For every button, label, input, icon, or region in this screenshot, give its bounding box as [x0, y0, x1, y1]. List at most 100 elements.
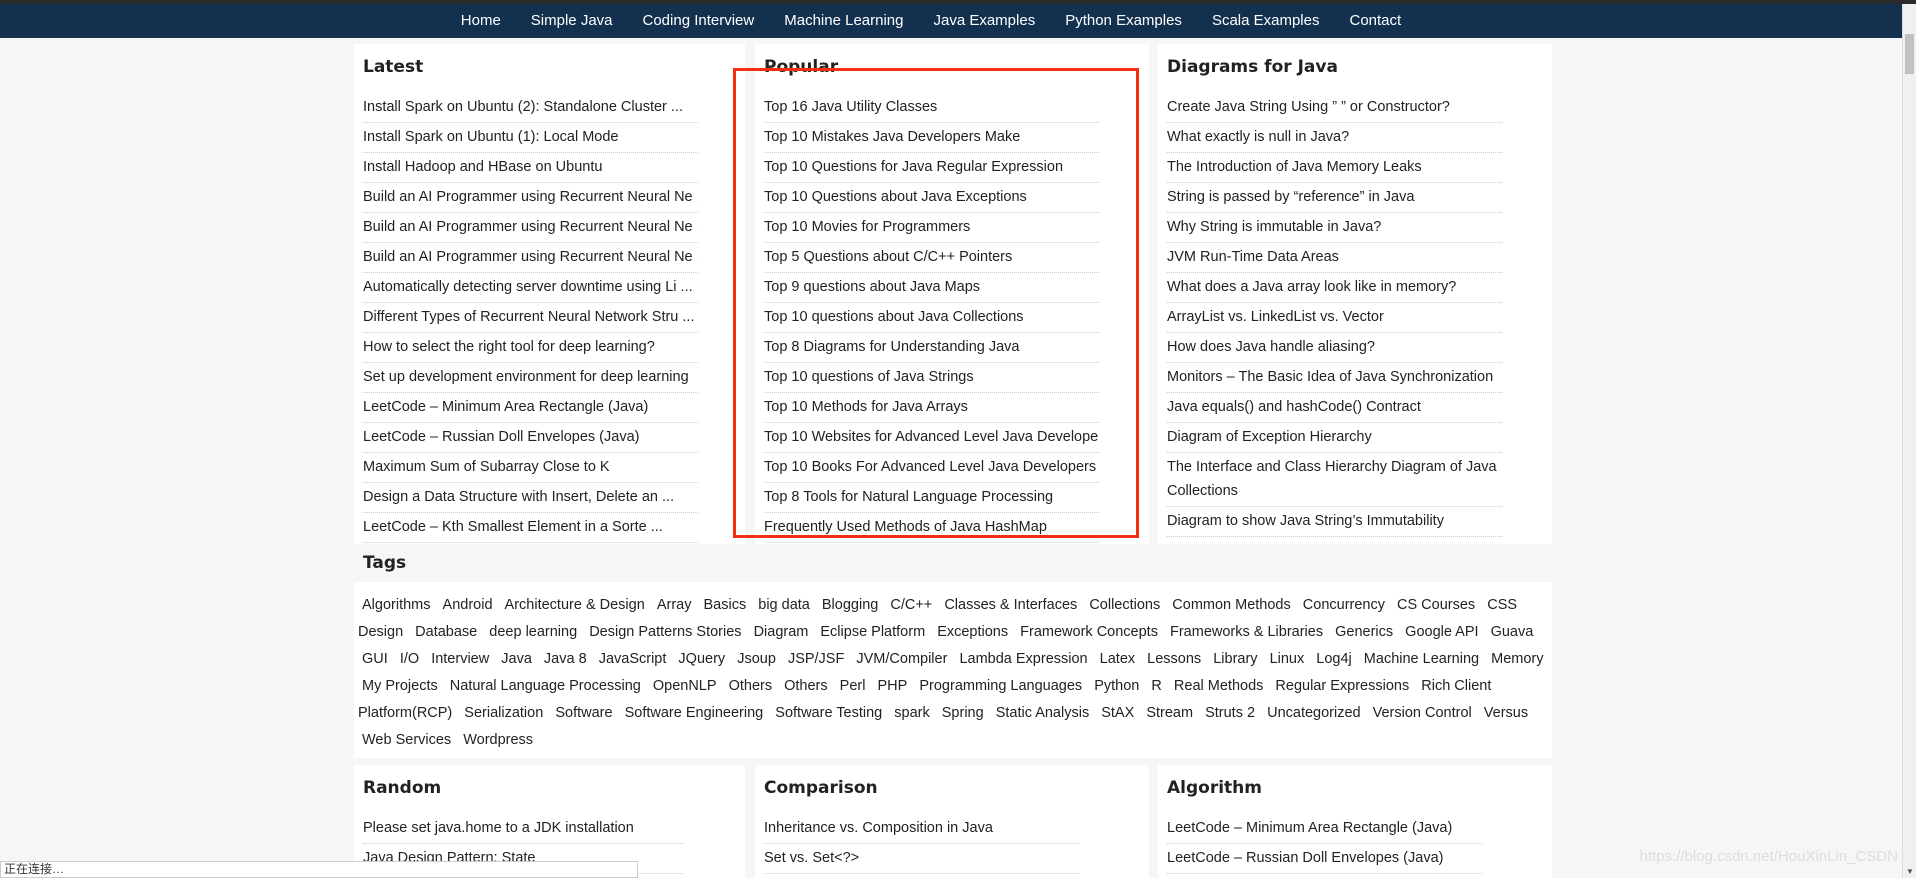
tag-link[interactable]: Guava [1491, 624, 1534, 640]
tag-link[interactable]: Versus [1484, 705, 1528, 721]
diagrams-list-item[interactable]: Java equals() and hashCode() Contract [1167, 393, 1502, 423]
nav-link[interactable]: Coding Interview [628, 4, 770, 38]
tag-link[interactable]: Concurrency [1303, 597, 1385, 613]
tag-link[interactable]: spark [894, 705, 929, 721]
latest-list-item[interactable]: Install Spark on Ubuntu (1): Local Mode [363, 123, 698, 153]
tag-link[interactable]: Static Analysis [996, 705, 1090, 721]
latest-list-item[interactable]: Build an AI Programmer using Recurrent N… [363, 183, 698, 213]
tag-link[interactable]: JSP/JSF [788, 651, 844, 667]
tag-link[interactable]: Others [729, 678, 773, 694]
diagrams-list-item[interactable]: What does a Java array look like in memo… [1167, 273, 1502, 303]
latest-list-item[interactable]: Install Hadoop and HBase on Ubuntu [363, 153, 698, 183]
comparison-list-item[interactable]: Inheritance vs. Composition in Java [764, 814, 1079, 844]
tag-link[interactable]: Collections [1089, 597, 1160, 613]
tag-link[interactable]: Stream [1146, 705, 1193, 721]
latest-list-item[interactable]: Design a Data Structure with Insert, Del… [363, 483, 698, 513]
random-list-item[interactable]: Please set java.home to a JDK installati… [363, 814, 683, 844]
tag-link[interactable]: Lessons [1147, 651, 1201, 667]
latest-list-item[interactable]: Maximum Sum of Subarray Close to K [363, 453, 698, 483]
tag-link[interactable]: Serialization [464, 705, 543, 721]
tag-link[interactable]: Android [443, 597, 493, 613]
tag-link[interactable]: Software [555, 705, 612, 721]
diagrams-list-item[interactable]: Diagram to show Java String’s Immutabili… [1167, 507, 1502, 537]
tag-link[interactable]: R [1151, 678, 1161, 694]
latest-list-item[interactable]: LeetCode – Russian Doll Envelopes (Java) [363, 423, 698, 453]
diagrams-list-item[interactable]: How does Java handle aliasing? [1167, 333, 1502, 363]
tag-link[interactable]: GUI [362, 651, 388, 667]
diagrams-list-item[interactable]: Diagram of Exception Hierarchy [1167, 423, 1502, 453]
latest-list-item[interactable]: How to select the right tool for deep le… [363, 333, 698, 363]
nav-link[interactable]: Machine Learning [769, 4, 918, 38]
diagrams-list-item[interactable]: Why String is immutable in Java? [1167, 213, 1502, 243]
scrollbar-thumb[interactable] [1905, 34, 1914, 74]
popular-list-item[interactable]: Top 10 Websites for Advanced Level Java … [764, 423, 1099, 453]
tag-link[interactable]: PHP [878, 678, 908, 694]
latest-list-item[interactable]: Automatically detecting server downtime … [363, 273, 698, 303]
latest-list-item[interactable]: Build an AI Programmer using Recurrent N… [363, 243, 698, 273]
tag-link[interactable]: Version Control [1373, 705, 1472, 721]
tag-link[interactable]: Java 8 [544, 651, 587, 667]
tag-link[interactable]: Linux [1270, 651, 1305, 667]
popular-list-item[interactable]: Top 10 Methods for Java Arrays [764, 393, 1099, 423]
diagrams-list-item[interactable]: Create Java String Using ” ” or Construc… [1167, 93, 1502, 123]
tag-link[interactable]: big data [758, 597, 810, 613]
popular-list-item[interactable]: Top 8 Diagrams for Understanding Java [764, 333, 1099, 363]
tag-link[interactable]: Natural Language Processing [450, 678, 641, 694]
popular-list-item[interactable]: Top 10 Questions about Java Exceptions [764, 183, 1099, 213]
tag-link[interactable]: Others [784, 678, 828, 694]
nav-link[interactable]: Contact [1335, 4, 1417, 38]
popular-list-item[interactable]: Top 10 questions of Java Strings [764, 363, 1099, 393]
tag-link[interactable]: Software Testing [775, 705, 882, 721]
tag-link[interactable]: StAX [1101, 705, 1134, 721]
tag-link[interactable]: Generics [1335, 624, 1393, 640]
tag-link[interactable]: My Projects [362, 678, 438, 694]
tag-link[interactable]: Perl [840, 678, 866, 694]
latest-list-item[interactable]: Install Spark on Ubuntu (2): Standalone … [363, 93, 698, 123]
comparison-list-item[interactable]: Set vs. Set<?> [764, 844, 1079, 874]
tag-link[interactable]: Machine Learning [1364, 651, 1479, 667]
latest-list-item[interactable]: Build an AI Programmer using Recurrent N… [363, 213, 698, 243]
tag-link[interactable]: Framework Concepts [1020, 624, 1158, 640]
popular-list-item[interactable]: Top 10 Books For Advanced Level Java Dev… [764, 453, 1099, 483]
latest-list-item[interactable]: LeetCode – Kth Smallest Element in a Sor… [363, 513, 698, 543]
tag-link[interactable]: Basics [704, 597, 747, 613]
tag-link[interactable]: Classes & Interfaces [944, 597, 1077, 613]
popular-list-item[interactable]: Top 10 Movies for Programmers [764, 213, 1099, 243]
tag-link[interactable]: Diagram [754, 624, 809, 640]
tag-link[interactable]: CS Courses [1397, 597, 1475, 613]
tag-link[interactable]: OpenNLP [653, 678, 717, 694]
diagrams-list-item[interactable]: What exactly is null in Java? [1167, 123, 1502, 153]
tag-link[interactable]: Latex [1100, 651, 1135, 667]
latest-list-item[interactable]: Different Types of Recurrent Neural Netw… [363, 303, 698, 333]
nav-link[interactable]: Home [446, 4, 516, 38]
tag-link[interactable]: I/O [400, 651, 419, 667]
diagrams-list-item[interactable]: The Interface and Class Hierarchy Diagra… [1167, 453, 1502, 507]
tag-link[interactable]: JQuery [678, 651, 725, 667]
diagrams-list-item[interactable]: JVM Run-Time Data Areas [1167, 243, 1502, 273]
tag-link[interactable]: Eclipse Platform [820, 624, 925, 640]
popular-list-item[interactable]: Frequently Used Methods of Java HashMap [764, 513, 1099, 543]
tag-link[interactable]: Real Methods [1174, 678, 1263, 694]
tag-link[interactable]: Memory [1491, 651, 1543, 667]
popular-list-item[interactable]: Top 10 Questions for Java Regular Expres… [764, 153, 1099, 183]
popular-list-item[interactable]: Top 5 Questions about C/C++ Pointers [764, 243, 1099, 273]
tag-link[interactable]: Software Engineering [625, 705, 764, 721]
tag-link[interactable]: JVM/Compiler [856, 651, 947, 667]
tag-link[interactable]: C/C++ [890, 597, 932, 613]
tag-link[interactable]: Jsoup [737, 651, 776, 667]
popular-list-item[interactable]: Top 16 Java Utility Classes [764, 93, 1099, 123]
tag-link[interactable]: Regular Expressions [1275, 678, 1409, 694]
tag-link[interactable]: Architecture & Design [505, 597, 645, 613]
popular-list-item[interactable]: Top 8 Tools for Natural Language Process… [764, 483, 1099, 513]
tag-link[interactable]: Struts 2 [1205, 705, 1255, 721]
nav-link[interactable]: Python Examples [1050, 4, 1197, 38]
diagrams-list-item[interactable]: ArrayList vs. LinkedList vs. Vector [1167, 303, 1502, 333]
tag-link[interactable]: Common Methods [1172, 597, 1290, 613]
latest-list-item[interactable]: Set up development environment for deep … [363, 363, 698, 393]
tag-link[interactable]: Algorithms [362, 597, 431, 613]
diagrams-list-item[interactable]: Monitors – The Basic Idea of Java Synchr… [1167, 363, 1502, 393]
diagrams-list-item[interactable]: The Introduction of Java Memory Leaks [1167, 153, 1502, 183]
popular-list-item[interactable]: Top 10 questions about Java Collections [764, 303, 1099, 333]
tag-link[interactable]: Uncategorized [1267, 705, 1361, 721]
tag-link[interactable]: Log4j [1316, 651, 1351, 667]
